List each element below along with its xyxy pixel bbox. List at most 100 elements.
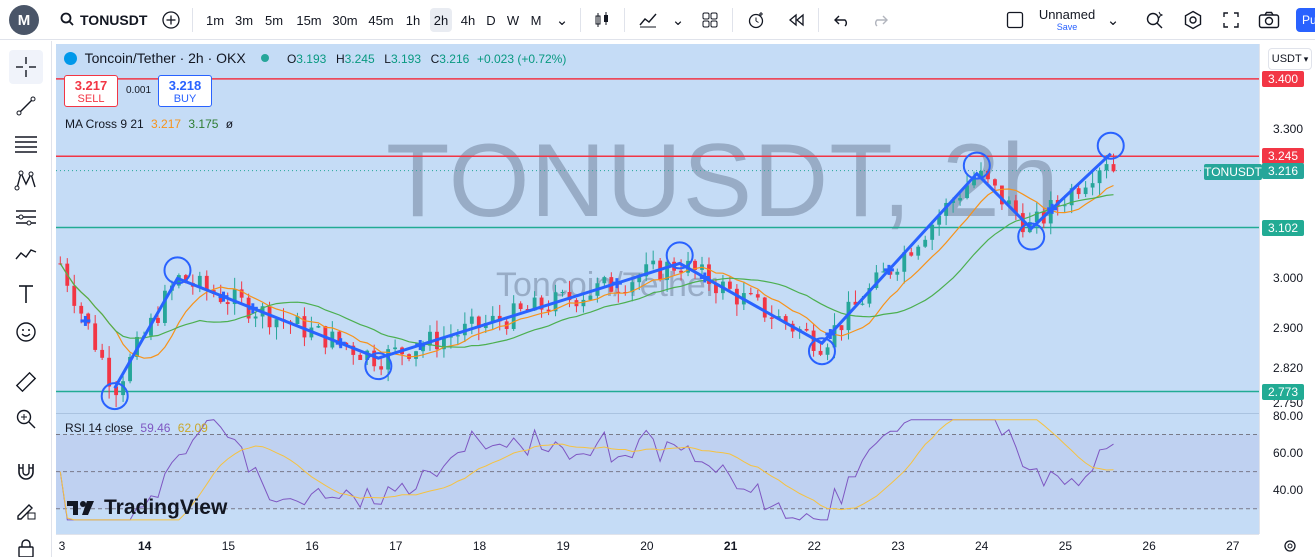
interval-1m[interactable]: 1m: [204, 8, 226, 32]
candle-body: [72, 285, 77, 306]
text-tool[interactable]: [9, 277, 43, 311]
indicators-dropdown[interactable]: ⌄: [668, 8, 688, 32]
interval-M[interactable]: M: [528, 8, 544, 32]
interval-4h[interactable]: 4h: [456, 8, 480, 32]
price-tick: 2.900: [1272, 321, 1304, 336]
interval-W[interactable]: W: [504, 8, 522, 32]
pencil-lock-icon: [17, 504, 36, 520]
time-tick: 14: [138, 539, 152, 553]
candle-body: [274, 319, 279, 328]
templates-button[interactable]: [698, 8, 722, 32]
magnet-tool[interactable]: [9, 454, 43, 488]
time-tick: 3: [58, 539, 66, 553]
tradingview-logo-text: TradingView: [104, 496, 228, 519]
layout-name-button[interactable]: Unnamed Save: [1034, 8, 1100, 32]
camera-icon: [1258, 11, 1280, 29]
time-axis-settings-button[interactable]: [1280, 537, 1300, 555]
compare-symbol-button[interactable]: [160, 8, 182, 32]
candle-body: [860, 303, 865, 305]
indicators-button[interactable]: [636, 8, 660, 32]
gear-icon: [1184, 10, 1202, 30]
forecast-tool[interactable]: [9, 200, 43, 234]
symbol-legend: Toncoin/Tether · 2h · OKX O3.193 H3.245 …: [64, 50, 566, 66]
symbol-search[interactable]: TONUSDT: [60, 6, 147, 34]
ma-slow-value: 3.175: [188, 117, 219, 131]
sliders-icon: [16, 210, 36, 226]
buy-button[interactable]: 3.218 BUY: [158, 75, 212, 107]
candle-body: [909, 252, 914, 256]
measure-tool[interactable]: [9, 365, 43, 399]
redo-button[interactable]: [868, 8, 892, 32]
sell-label: SELL: [77, 93, 105, 105]
interval-45m[interactable]: 45m: [366, 8, 396, 32]
layout-checkbox[interactable]: [1004, 8, 1026, 32]
chevron-down-icon: ⌄: [1106, 12, 1120, 29]
interval-30m[interactable]: 30m: [330, 8, 360, 32]
layout-dropdown[interactable]: ⌄: [1104, 8, 1122, 32]
trend-line-tool[interactable]: [9, 89, 43, 123]
high-value: 3.245: [344, 52, 375, 66]
candle-body: [455, 335, 460, 337]
legend-title[interactable]: Toncoin/Tether · 2h · OKX: [85, 50, 246, 66]
currency-button[interactable]: USDT ▾: [1268, 48, 1312, 70]
fib-tool[interactable]: [9, 127, 43, 161]
close-label: C: [430, 52, 440, 66]
ma-cross-legend[interactable]: MA Cross 9 21 3.217 3.175 ø: [65, 117, 233, 131]
time-tick: 17: [389, 539, 403, 553]
price-level-tag: 3.245: [1262, 148, 1304, 165]
interval-15m[interactable]: 15m: [294, 8, 324, 32]
settings-button[interactable]: [1181, 8, 1205, 32]
lock-drawings-tool[interactable]: [9, 531, 43, 557]
candle-body: [518, 303, 523, 309]
sell-button[interactable]: 3.217 SELL: [64, 75, 118, 107]
alert-button[interactable]: [744, 8, 768, 32]
candle-body: [916, 246, 921, 256]
zoom-tool[interactable]: [9, 402, 43, 436]
pattern-tool[interactable]: [9, 163, 43, 197]
candle-body: [839, 325, 844, 331]
publish-button[interactable]: Pu: [1296, 8, 1315, 32]
fullscreen-button[interactable]: [1219, 8, 1243, 32]
candle-body: [602, 277, 607, 284]
user-avatar[interactable]: M: [9, 5, 39, 35]
replay-button[interactable]: [784, 8, 808, 32]
interval-D[interactable]: D: [484, 8, 498, 32]
rsi-band-fill: [56, 434, 1259, 509]
snapshot-button[interactable]: [1256, 8, 1282, 32]
chart-pane[interactable]: TONUSDT, 2h Toncoin/Tether Toncoin/Tethe…: [56, 44, 1259, 534]
candle-body: [993, 179, 997, 186]
open-label: O: [286, 52, 297, 66]
time-tick: 27: [1226, 539, 1240, 553]
search-spark-icon: [1146, 11, 1164, 29]
emoji-tool[interactable]: [9, 315, 43, 349]
undo-button[interactable]: [830, 8, 854, 32]
time-tick: 25: [1058, 539, 1073, 553]
candle-body: [769, 317, 774, 319]
time-axis[interactable]: 3 14 15 16 17 18 19 20 21 22 23 24 25 26 27: [56, 534, 1259, 557]
quick-search-button[interactable]: [1143, 8, 1167, 32]
fib-lines-icon: [15, 136, 37, 153]
price-axis[interactable]: USDT ▾ 3.300 3.000 2.900 2.820 2.750 3.400 3.2…: [1259, 44, 1315, 534]
time-tick: 16: [305, 539, 319, 553]
candle-body: [762, 297, 767, 318]
layout-name: Unnamed: [1038, 7, 1096, 22]
rsi-legend[interactable]: RSI 14 close 59.46 62.09: [65, 421, 208, 435]
candle-body: [804, 328, 809, 331]
drawing-mode-tool[interactable]: [9, 493, 43, 527]
interval-2h[interactable]: 2h: [430, 8, 452, 32]
interval-5m[interactable]: 5m: [262, 8, 286, 32]
candle-body: [1111, 164, 1116, 172]
candle-type-button[interactable]: [590, 8, 614, 32]
fullscreen-icon: [1223, 12, 1239, 28]
currency-label: USDT: [1271, 53, 1302, 65]
interval-dropdown[interactable]: ⌄: [552, 8, 572, 32]
candle-body: [379, 366, 384, 370]
brush-tool[interactable]: [9, 237, 43, 271]
open-value: 3.193: [296, 52, 327, 66]
crosshair-tool[interactable]: [9, 50, 43, 84]
candle-body: [100, 349, 105, 358]
interval-1h[interactable]: 1h: [402, 8, 424, 32]
tradingview-logo[interactable]: TradingView: [66, 496, 227, 520]
interval-3m[interactable]: 3m: [232, 8, 256, 32]
time-tick: 20: [640, 539, 654, 553]
